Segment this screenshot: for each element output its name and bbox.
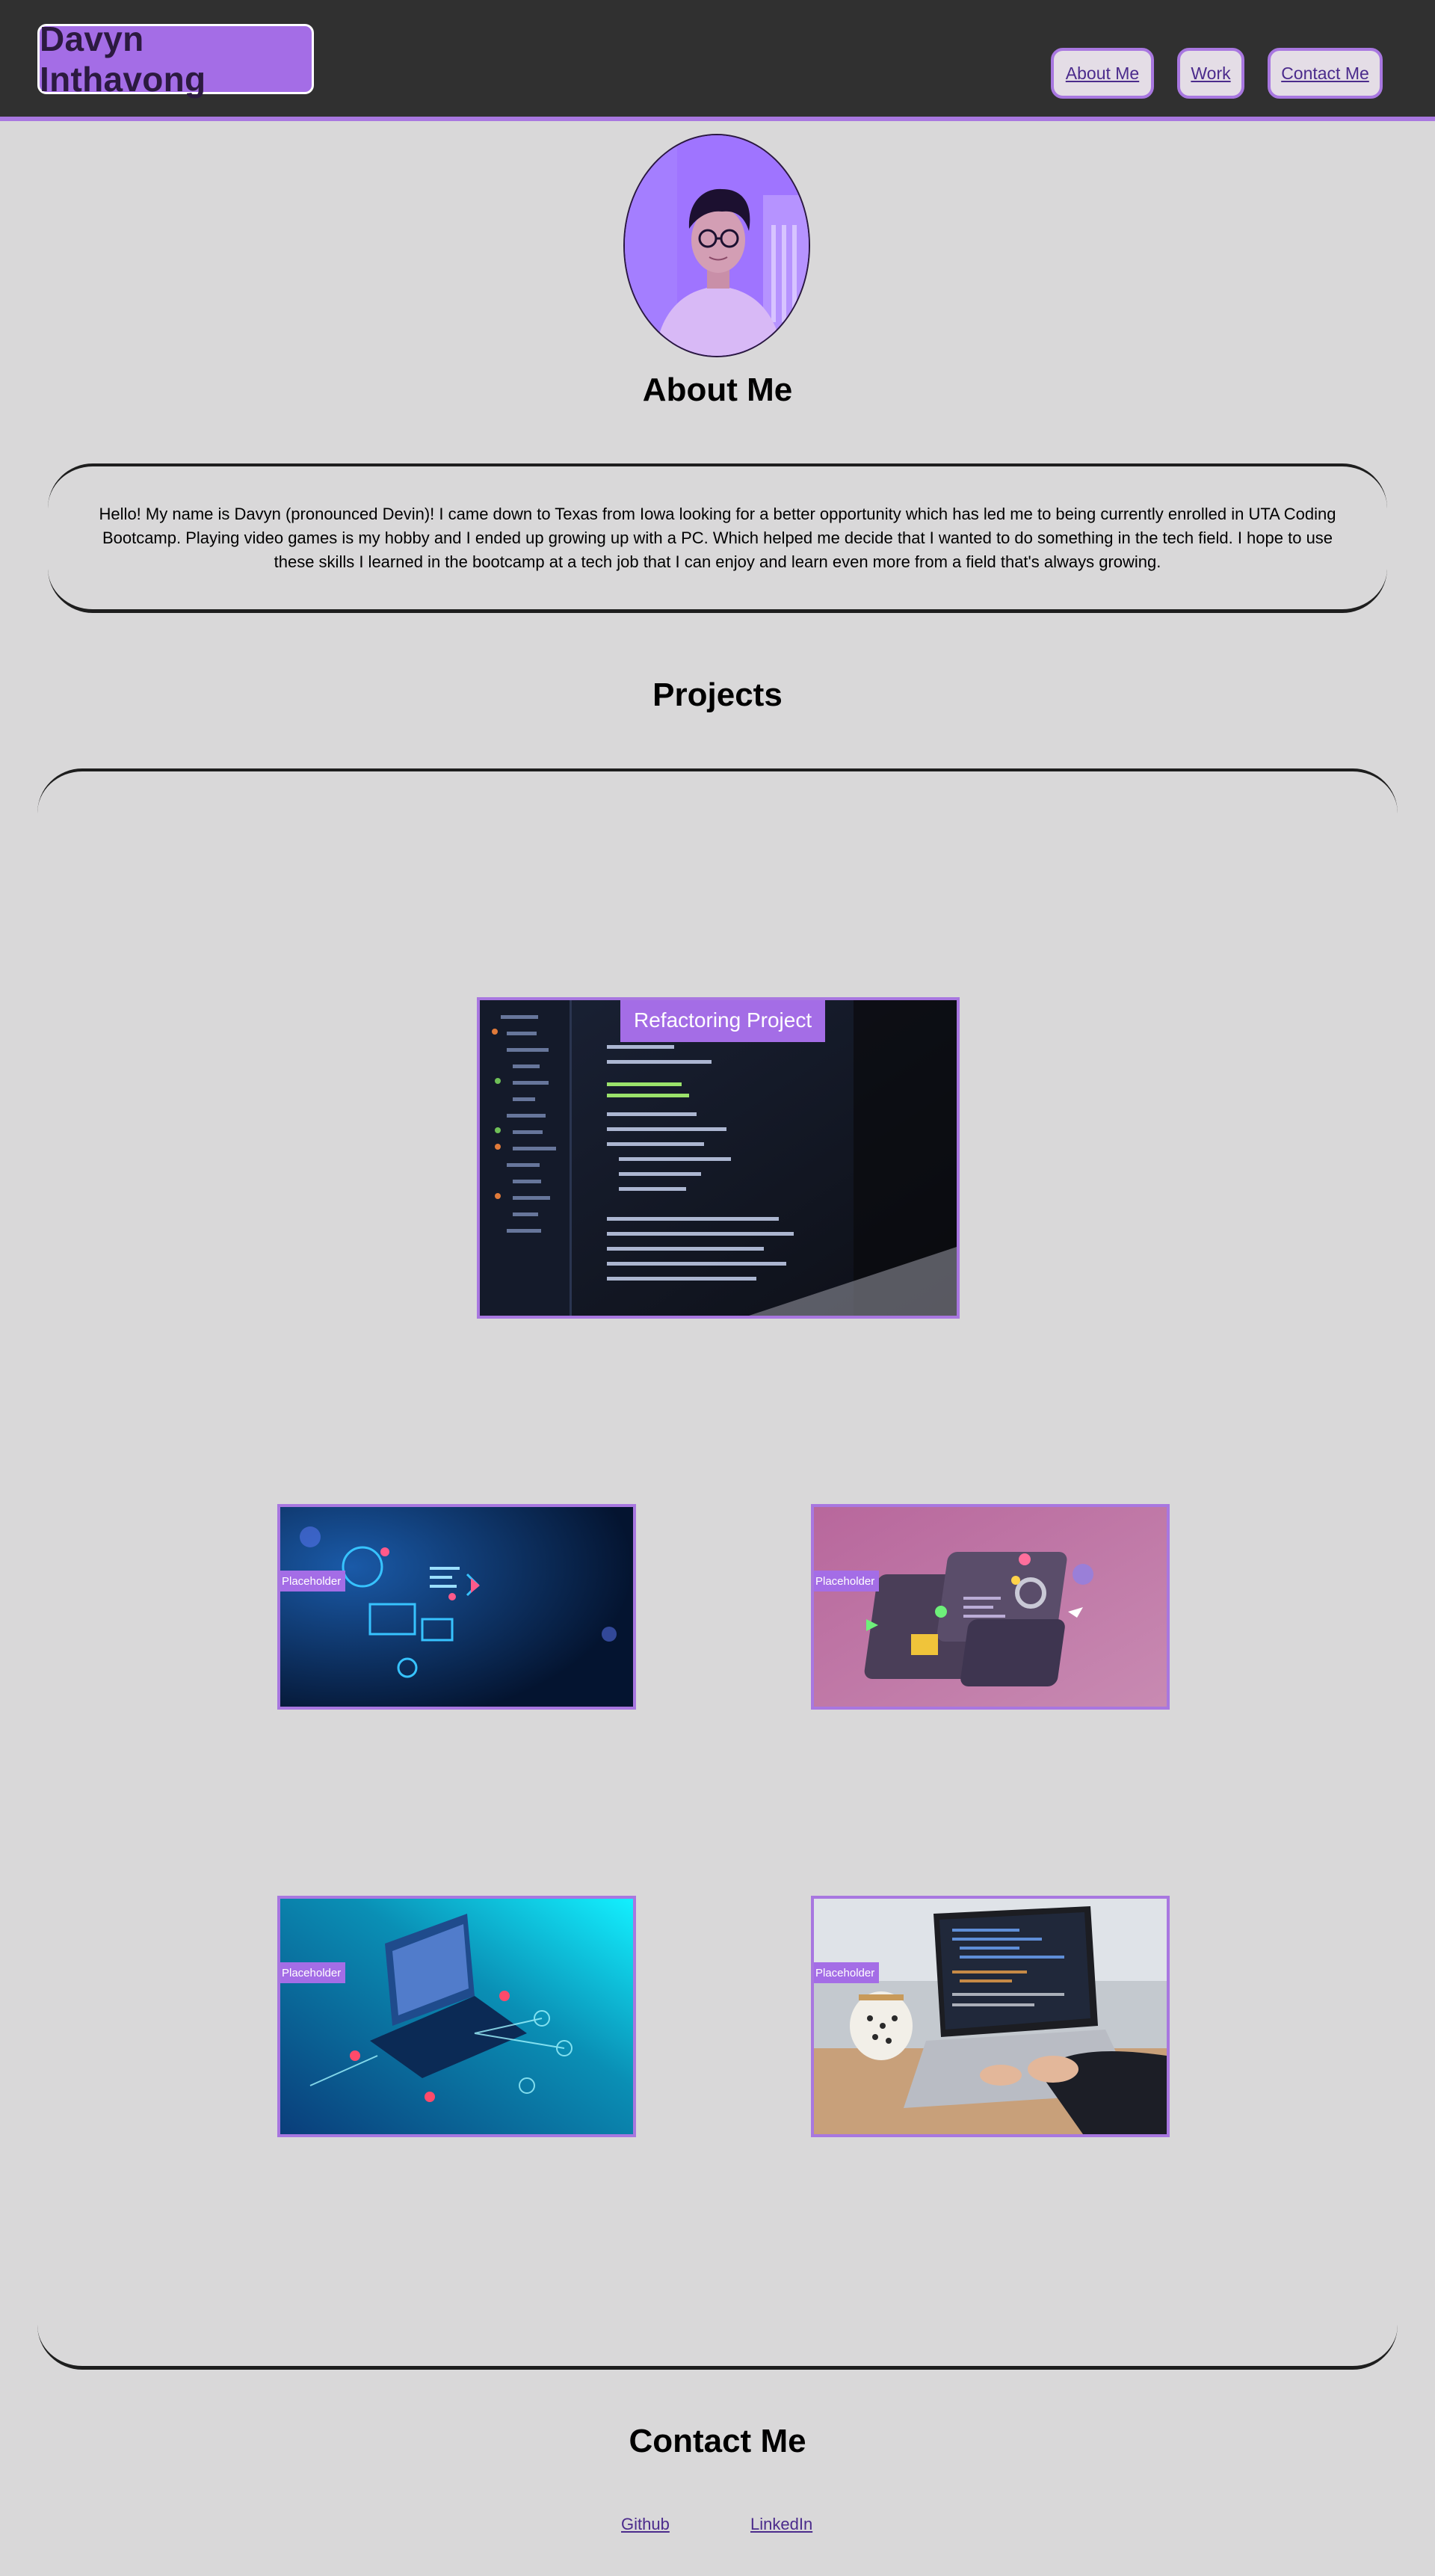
- project-placeholder-2-label: Placeholder: [814, 1571, 880, 1591]
- laptop-photo-image: [814, 1899, 1167, 2134]
- about-text: Hello! My name is Davyn (pronounced Devi…: [99, 504, 1336, 571]
- nav-contact-me[interactable]: Contact Me: [1268, 48, 1383, 99]
- linkedin-link[interactable]: LinkedIn: [750, 2515, 812, 2534]
- project-placeholder-3-label: Placeholder: [280, 1962, 346, 1983]
- github-link[interactable]: Github: [621, 2515, 670, 2534]
- tech-illustration-image: [280, 1507, 633, 1707]
- project-placeholder-4[interactable]: Placeholder: [811, 1896, 1170, 2137]
- site-header: Davyn Inthavong About Me Work Contact Me: [0, 0, 1435, 121]
- project-placeholder-2[interactable]: Placeholder: [811, 1504, 1170, 1710]
- about-title: About Me: [642, 372, 793, 408]
- about-box: Hello! My name is Davyn (pronounced Devi…: [48, 463, 1387, 613]
- ui-illustration-image: [814, 1507, 1167, 1707]
- project-refactoring[interactable]: Refactoring Project: [477, 997, 960, 1319]
- projects-title: Projects: [652, 677, 783, 713]
- project-placeholder-4-label: Placeholder: [814, 1962, 880, 1983]
- laptop-illustration-image: [280, 1899, 633, 2134]
- nav-work[interactable]: Work: [1177, 48, 1244, 99]
- project-placeholder-1[interactable]: Placeholder: [277, 1504, 636, 1710]
- site-logo[interactable]: Davyn Inthavong: [37, 19, 314, 99]
- contact-title: Contact Me: [629, 2423, 806, 2459]
- project-placeholder-1-label: Placeholder: [280, 1571, 346, 1591]
- code-screen-image: [480, 1000, 957, 1316]
- project-refactoring-label: Refactoring Project: [620, 1000, 826, 1042]
- nav-about-me[interactable]: About Me: [1051, 48, 1154, 99]
- profile-photo: [623, 134, 810, 357]
- project-placeholder-3[interactable]: Placeholder: [277, 1896, 636, 2137]
